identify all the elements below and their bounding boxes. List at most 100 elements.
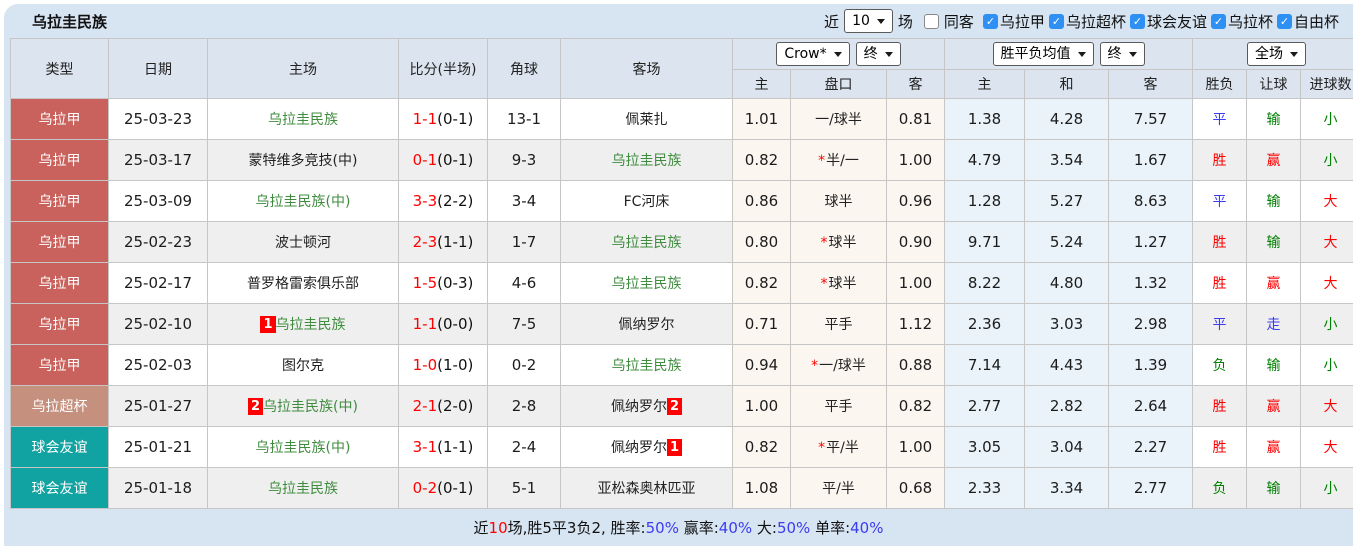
handicap-cell: 一/球半 bbox=[790, 98, 887, 140]
corner-cell: 7-5 bbox=[487, 303, 561, 345]
league-filter: ✓ 乌拉甲 bbox=[982, 11, 1045, 32]
handicap-result-cell: 走 bbox=[1246, 303, 1302, 345]
match-type-cell: 球会友谊 bbox=[10, 426, 109, 468]
avg-away-odds-cell: 2.27 bbox=[1108, 426, 1194, 468]
match-type-cell: 球会友谊 bbox=[10, 467, 109, 509]
avg-home-odds-cell: 9.71 bbox=[944, 221, 1026, 263]
col-header-date: 日期 bbox=[108, 38, 208, 99]
home-team-cell[interactable]: 乌拉圭民族 bbox=[207, 98, 399, 140]
crow-away-odds-cell: 0.88 bbox=[885, 344, 946, 386]
home-team-cell[interactable]: 乌拉圭民族(中) bbox=[207, 426, 399, 468]
fulltime-score: 1-1 bbox=[412, 315, 438, 333]
odds-company-value: Crow* bbox=[784, 46, 827, 62]
match-type-cell: 乌拉甲 bbox=[10, 262, 109, 304]
halftime-score: (0-1) bbox=[437, 479, 474, 497]
league-checkbox[interactable]: ✓ bbox=[982, 13, 998, 29]
handicap-result-cell: 输 bbox=[1246, 344, 1302, 386]
avg-home-odds-cell: 4.79 bbox=[944, 139, 1026, 181]
handicap-text: 球半 bbox=[828, 276, 857, 292]
avg-home-odds-cell: 3.05 bbox=[944, 426, 1026, 468]
odds-company-time-select[interactable]: 终 bbox=[855, 42, 901, 66]
scope-select[interactable]: 全场 bbox=[1247, 42, 1307, 66]
away-team-cell[interactable]: 乌拉圭民族 bbox=[560, 221, 733, 263]
home-team-name: 乌拉圭民族(中) bbox=[255, 194, 351, 210]
home-team-cell[interactable]: 乌拉圭民族 bbox=[207, 467, 399, 509]
odds-company-select[interactable]: Crow* bbox=[776, 42, 850, 66]
away-team-cell[interactable]: FC河床 bbox=[560, 180, 733, 222]
home-team-cell[interactable]: 乌拉圭民族(中) bbox=[207, 180, 399, 222]
halftime-score: (0-0) bbox=[437, 315, 474, 333]
corner-cell: 2-4 bbox=[487, 426, 561, 468]
halftime-score: (1-1) bbox=[437, 438, 474, 456]
date-cell: 25-02-23 bbox=[108, 221, 208, 263]
avg-draw-odds-cell: 3.54 bbox=[1024, 139, 1110, 181]
avg-odds-time-select[interactable]: 终 bbox=[1099, 42, 1145, 66]
away-team-name: 乌拉圭民族 bbox=[611, 276, 682, 292]
home-team-cell[interactable]: 蒙特维多竞技(中) bbox=[207, 139, 399, 181]
handicap-result-cell: 赢 bbox=[1246, 139, 1302, 181]
corner-cell: 13-1 bbox=[487, 98, 561, 140]
league-checkbox[interactable]: ✓ bbox=[1210, 13, 1226, 29]
league-checkbox[interactable]: ✓ bbox=[1048, 13, 1064, 29]
handicap-cell: 平/半 bbox=[790, 467, 887, 509]
scope-value: 全场 bbox=[1255, 46, 1284, 62]
halftime-score: (0-1) bbox=[437, 151, 474, 169]
away-team-cell[interactable]: 佩纳罗尔 1 bbox=[560, 426, 733, 468]
away-team-name: 乌拉圭民族 bbox=[611, 235, 682, 251]
home-team-cell[interactable]: 波士顿河 bbox=[207, 221, 399, 263]
handicap-text: 平/半 bbox=[826, 440, 859, 456]
away-team-cell[interactable]: 乌拉圭民族 bbox=[560, 344, 733, 386]
home-team-cell[interactable]: 图尔克 bbox=[207, 344, 399, 386]
same-opponent-checkbox[interactable] bbox=[923, 13, 939, 29]
avg-home-odds-cell: 2.33 bbox=[944, 467, 1026, 509]
avg-away-odds-cell: 2.77 bbox=[1108, 467, 1194, 509]
away-team-name: 亚松森奥林匹亚 bbox=[597, 481, 696, 497]
date-cell: 25-02-03 bbox=[108, 344, 208, 386]
odds-company-time-value: 终 bbox=[863, 46, 878, 62]
away-team-cell[interactable]: 亚松森奥林匹亚 bbox=[560, 467, 733, 509]
col-header-corner: 角球 bbox=[487, 38, 561, 99]
odds-company-header: Crow* 终 bbox=[731, 38, 946, 70]
moved-odds-star: * bbox=[820, 235, 828, 251]
summary-segment: 50% bbox=[776, 518, 811, 537]
away-team-cell[interactable]: 佩纳罗尔 bbox=[560, 303, 733, 345]
moved-odds-star: * bbox=[820, 276, 828, 292]
subcol-avg-away: 客 bbox=[1108, 69, 1194, 99]
goals-result-cell: 大 bbox=[1300, 262, 1353, 304]
home-team-cell[interactable]: 1 乌拉圭民族 bbox=[207, 303, 399, 345]
date-cell: 25-01-21 bbox=[108, 426, 208, 468]
halftime-score: (1-0) bbox=[437, 356, 474, 374]
away-team-cell[interactable]: 乌拉圭民族 bbox=[560, 139, 733, 181]
league-checkbox[interactable]: ✓ bbox=[1129, 13, 1145, 29]
goals-result-cell: 小 bbox=[1300, 303, 1353, 345]
score-cell: 0-2(0-1) bbox=[398, 467, 488, 509]
avg-odds-select[interactable]: 胜平负均值 bbox=[992, 42, 1094, 66]
avg-odds-value: 胜平负均值 bbox=[1000, 46, 1071, 62]
away-team-cell[interactable]: 佩纳罗尔 2 bbox=[560, 385, 733, 427]
avg-draw-odds-cell: 4.43 bbox=[1024, 344, 1110, 386]
corner-cell: 2-8 bbox=[487, 385, 561, 427]
league-filter-group: ✓ 乌拉甲 ✓ 乌拉超杯 ✓ 球会友谊 ✓ 乌拉杯 ✓ 自由杯 bbox=[979, 11, 1339, 32]
goals-result-cell: 小 bbox=[1300, 139, 1353, 181]
crow-away-odds-cell: 0.68 bbox=[885, 467, 946, 509]
handicap-text: 球半 bbox=[828, 235, 857, 251]
recent-count-select[interactable]: 10 bbox=[844, 9, 893, 33]
away-team-cell[interactable]: 乌拉圭民族 bbox=[560, 262, 733, 304]
league-filter: ✓ 乌拉超杯 bbox=[1048, 11, 1126, 32]
score-cell: 1-1(0-1) bbox=[398, 98, 488, 140]
league-checkbox[interactable]: ✓ bbox=[1276, 13, 1292, 29]
home-team-cell[interactable]: 2 乌拉圭民族(中) bbox=[207, 385, 399, 427]
handicap-text: 半/一 bbox=[826, 153, 859, 169]
handicap-result-cell: 输 bbox=[1246, 467, 1302, 509]
crow-home-odds-cell: 0.94 bbox=[732, 344, 791, 386]
score-cell: 3-1(1-1) bbox=[398, 426, 488, 468]
wdl-result-cell: 胜 bbox=[1192, 139, 1248, 181]
avg-home-odds-cell: 7.14 bbox=[944, 344, 1026, 386]
moved-odds-star: * bbox=[818, 153, 826, 169]
halftime-score: (1-1) bbox=[437, 233, 474, 251]
home-team-cell[interactable]: 普罗格雷索俱乐部 bbox=[207, 262, 399, 304]
score-cell: 1-5(0-3) bbox=[398, 262, 488, 304]
away-team-name: 乌拉圭民族 bbox=[611, 153, 682, 169]
table-row: 乌拉甲 25-02-03 图尔克 1-0(1-0) 0-2 乌拉圭民族 0.94 *一/球半 0… bbox=[10, 344, 1353, 386]
away-team-cell[interactable]: 佩莱扎 bbox=[560, 98, 733, 140]
